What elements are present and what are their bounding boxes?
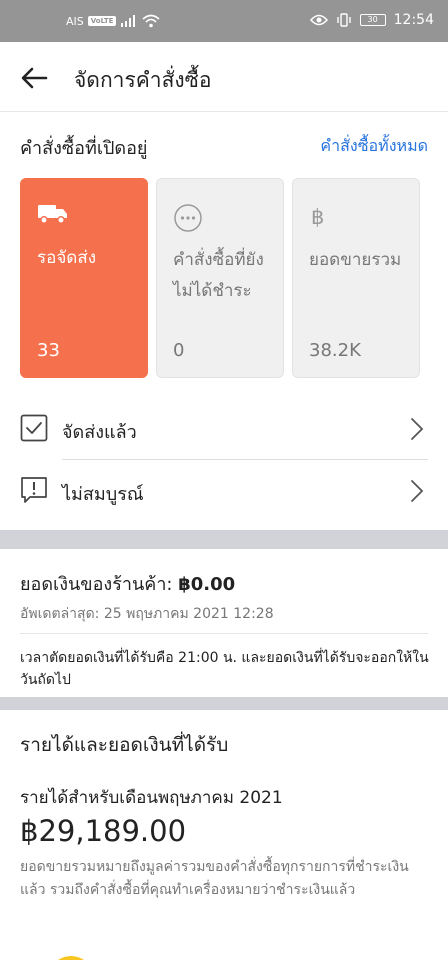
alert-box-icon (21, 477, 47, 503)
status-right: 30 12:54 (309, 12, 434, 28)
row-shipped[interactable]: จัดส่งแล้ว (0, 398, 448, 460)
card-unpaid-label: คำสั่งซื้อที่ยังไม่ได้ชำระ (173, 250, 264, 301)
vibrate-icon (336, 13, 351, 27)
eye-icon (309, 14, 328, 26)
row-incomplete-label: ไม่สมบูรณ์ (62, 484, 144, 505)
income-section: รายได้และยอดเงินที่ได้รับ รายได้สำหรับเด… (0, 710, 448, 960)
balance-divider (20, 633, 428, 634)
back-arrow-icon[interactable] (20, 66, 48, 90)
page-title: จัดการคำสั่งซื้อ (74, 68, 212, 92)
balance-cutoff-note: เวลาตัดยอดเงินที่ได้รับคือ 21:00 น. และย… (20, 650, 429, 688)
income-description: ยอดขายรวมหมายถึงมูลค่ารวมของคำสั่งซื้อทุ… (20, 859, 409, 898)
volte-badge: VoLTE (87, 16, 117, 26)
card-total-sales[interactable]: ฿ ยอดขายรวม 38.2K (292, 178, 420, 378)
all-orders-link[interactable]: คำสั่งซื้อทั้งหมด (320, 134, 428, 159)
wifi-icon (142, 14, 160, 28)
app-header: จัดการคำสั่งซื้อ (0, 42, 448, 112)
row-incomplete[interactable]: ไม่สมบูรณ์ (0, 460, 448, 522)
signal-icon (121, 15, 136, 27)
card-unpaid[interactable]: คำสั่งซื้อที่ยังไม่ได้ชำระ 0 (156, 178, 284, 378)
chevron-right-icon (411, 418, 424, 440)
card-unpaid-value: 0 (173, 340, 185, 361)
chevron-right-icon (411, 480, 424, 502)
row-shipped-label: จัดส่งแล้ว (62, 422, 137, 443)
card-total-sales-label: ยอดขายรวม (309, 250, 402, 270)
battery-icon: 30 (359, 14, 386, 26)
open-orders-section: คำสั่งซื้อที่เปิดอยู่ คำสั่งซื้อทั้งหมด … (0, 113, 448, 530)
svg-text:฿: ฿ (311, 205, 324, 229)
card-to-ship[interactable]: รอจัดส่ง 33 (20, 178, 148, 378)
income-month-label: รายได้สำหรับเดือนพฤษภาคม 2021 (20, 788, 283, 808)
card-to-ship-value: 33 (37, 340, 60, 361)
clock: 12:54 (393, 12, 434, 28)
card-total-sales-value: 38.2K (309, 340, 361, 361)
status-left: AIS VoLTE (66, 14, 160, 28)
balance-label: ยอดเงินของร้านค้า: (20, 574, 173, 595)
balance-updated-time: อัพเดตล่าสุด: 25 พฤษภาคม 2021 12:28 (20, 606, 274, 622)
carrier-label: AIS (66, 14, 84, 28)
balance-amount: ฿0.00 (178, 574, 236, 595)
coin-icon (48, 956, 94, 960)
balance-title: ยอดเงินของร้านค้า: ฿0.00 (20, 569, 235, 598)
more-dots-icon (174, 204, 202, 232)
shop-balance-section[interactable]: ยอดเงินของร้านค้า: ฿0.00 อัพเดตล่าสุด: 2… (0, 549, 448, 697)
card-to-ship-label: รอจัดส่ง (37, 248, 97, 268)
baht-icon: ฿ (311, 205, 324, 229)
income-amount: ฿29,189.00 (20, 814, 187, 848)
section-separator (0, 697, 448, 710)
checkbox-icon (20, 414, 48, 442)
income-title: รายได้และยอดเงินที่ได้รับ (20, 734, 229, 756)
status-bar: AIS VoLTE 30 12:54 (0, 0, 448, 42)
open-orders-title: คำสั่งซื้อที่เปิดอยู่ (20, 138, 148, 159)
truck-icon (38, 205, 67, 224)
section-separator (0, 530, 448, 549)
